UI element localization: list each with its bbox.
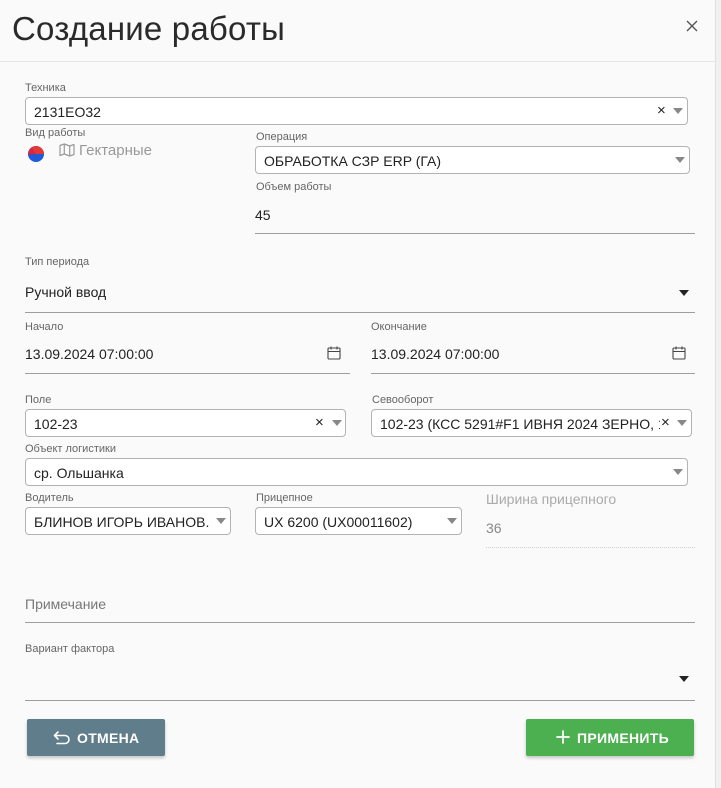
crop-rotation-value: 102-23 (КСС 5291#F1 ИВНЯ 2024 ЗЕРНО, 1..… <box>380 416 660 432</box>
driver-value: БЛИНОВ ИГОРЬ ИВАНОВ... <box>34 514 210 530</box>
equipment-select[interactable]: 2131ЕО32 × <box>25 97 688 125</box>
operation-label: Операция <box>256 131 308 143</box>
work-type-value: Гектарные <box>79 142 152 159</box>
work-type-label: Вид работы <box>25 127 86 139</box>
cancel-button-label: ОТМЕНА <box>77 730 140 746</box>
start-datetime-input[interactable]: 13.09.2024 07:00:00 <box>25 336 350 374</box>
factor-variant-select[interactable] <box>25 658 695 701</box>
end-value: 13.09.2024 07:00:00 <box>371 346 500 362</box>
start-label: Начало <box>25 321 64 333</box>
trailer-value: UX 6200 (UX00011602) <box>264 514 413 530</box>
work-volume-label: Объем работы <box>256 181 332 193</box>
trailer-width-label: Ширина прицепного <box>486 491 617 507</box>
start-value: 13.09.2024 07:00:00 <box>25 346 154 362</box>
chevron-down-icon[interactable] <box>673 108 683 114</box>
period-type-label: Тип периода <box>25 256 90 268</box>
equipment-label: Техника <box>25 82 66 94</box>
trailer-width-value: 36 <box>486 520 502 536</box>
chevron-down-icon[interactable] <box>679 290 689 296</box>
plus-icon <box>556 730 570 744</box>
clear-icon[interactable]: × <box>661 415 670 431</box>
chevron-down-icon[interactable] <box>216 518 226 524</box>
calendar-icon[interactable] <box>672 346 686 360</box>
chevron-down-icon[interactable] <box>673 469 683 475</box>
crop-rotation-label: Севооборот <box>372 394 434 406</box>
chevron-down-icon[interactable] <box>679 676 689 682</box>
field-select[interactable]: 102-23 × <box>25 409 346 437</box>
apply-button[interactable]: ПРИМЕНИТЬ <box>526 719 694 756</box>
work-volume-input[interactable]: 45 <box>255 196 695 234</box>
chevron-down-icon[interactable] <box>447 518 457 524</box>
logistics-object-label: Объект логистики <box>25 443 116 455</box>
crop-rotation-select[interactable]: 102-23 (КСС 5291#F1 ИВНЯ 2024 ЗЕРНО, 1..… <box>371 409 692 437</box>
cancel-button[interactable]: ОТМЕНА <box>27 719 165 756</box>
work-volume-value: 45 <box>255 207 271 223</box>
chevron-down-icon[interactable] <box>675 157 685 163</box>
note-input[interactable]: Примечание <box>25 586 695 623</box>
calendar-icon[interactable] <box>327 346 341 360</box>
dialog-title: Создание работы <box>12 10 286 47</box>
undo-icon <box>53 731 70 745</box>
clear-icon[interactable]: × <box>657 103 666 119</box>
map-icon <box>59 143 75 157</box>
field-label: Поле <box>25 394 52 406</box>
operation-select[interactable]: ОБРАБОТКА СЗР ERP (ГА) <box>255 146 690 174</box>
logistics-object-value: ср. Ольшанка <box>34 465 124 481</box>
equipment-value: 2131ЕО32 <box>34 104 101 120</box>
operation-value: ОБРАБОТКА СЗР ERP (ГА) <box>264 153 442 169</box>
clear-icon[interactable]: × <box>315 415 324 431</box>
create-work-dialog: Создание работы Техника 2131ЕО32 × Вид р… <box>0 0 716 788</box>
dialog-header: Создание работы <box>0 0 716 62</box>
close-icon[interactable] <box>684 18 700 34</box>
driver-label: Водитель <box>25 492 74 504</box>
period-type-value: Ручной ввод <box>25 284 107 300</box>
apply-button-label: ПРИМЕНИТЬ <box>577 730 669 746</box>
trailer-width-input: 36 <box>486 510 695 548</box>
scrollbar[interactable] <box>716 0 721 788</box>
trailer-select[interactable]: UX 6200 (UX00011602) <box>255 507 462 535</box>
end-label: Окончание <box>371 321 427 333</box>
driver-select[interactable]: БЛИНОВ ИГОРЬ ИВАНОВ... <box>25 507 231 535</box>
factor-variant-label: Вариант фактора <box>25 643 115 655</box>
chevron-down-icon[interactable] <box>332 420 342 426</box>
end-datetime-input[interactable]: 13.09.2024 07:00:00 <box>371 336 695 374</box>
field-value: 102-23 <box>34 416 78 432</box>
note-placeholder: Примечание <box>25 596 107 612</box>
period-type-select[interactable]: Ручной ввод <box>25 272 695 313</box>
logistics-object-select[interactable]: ср. Ольшанка <box>25 458 688 486</box>
circle-split-icon <box>28 146 44 162</box>
chevron-down-icon[interactable] <box>677 420 687 426</box>
trailer-label: Прицепное <box>256 492 313 504</box>
